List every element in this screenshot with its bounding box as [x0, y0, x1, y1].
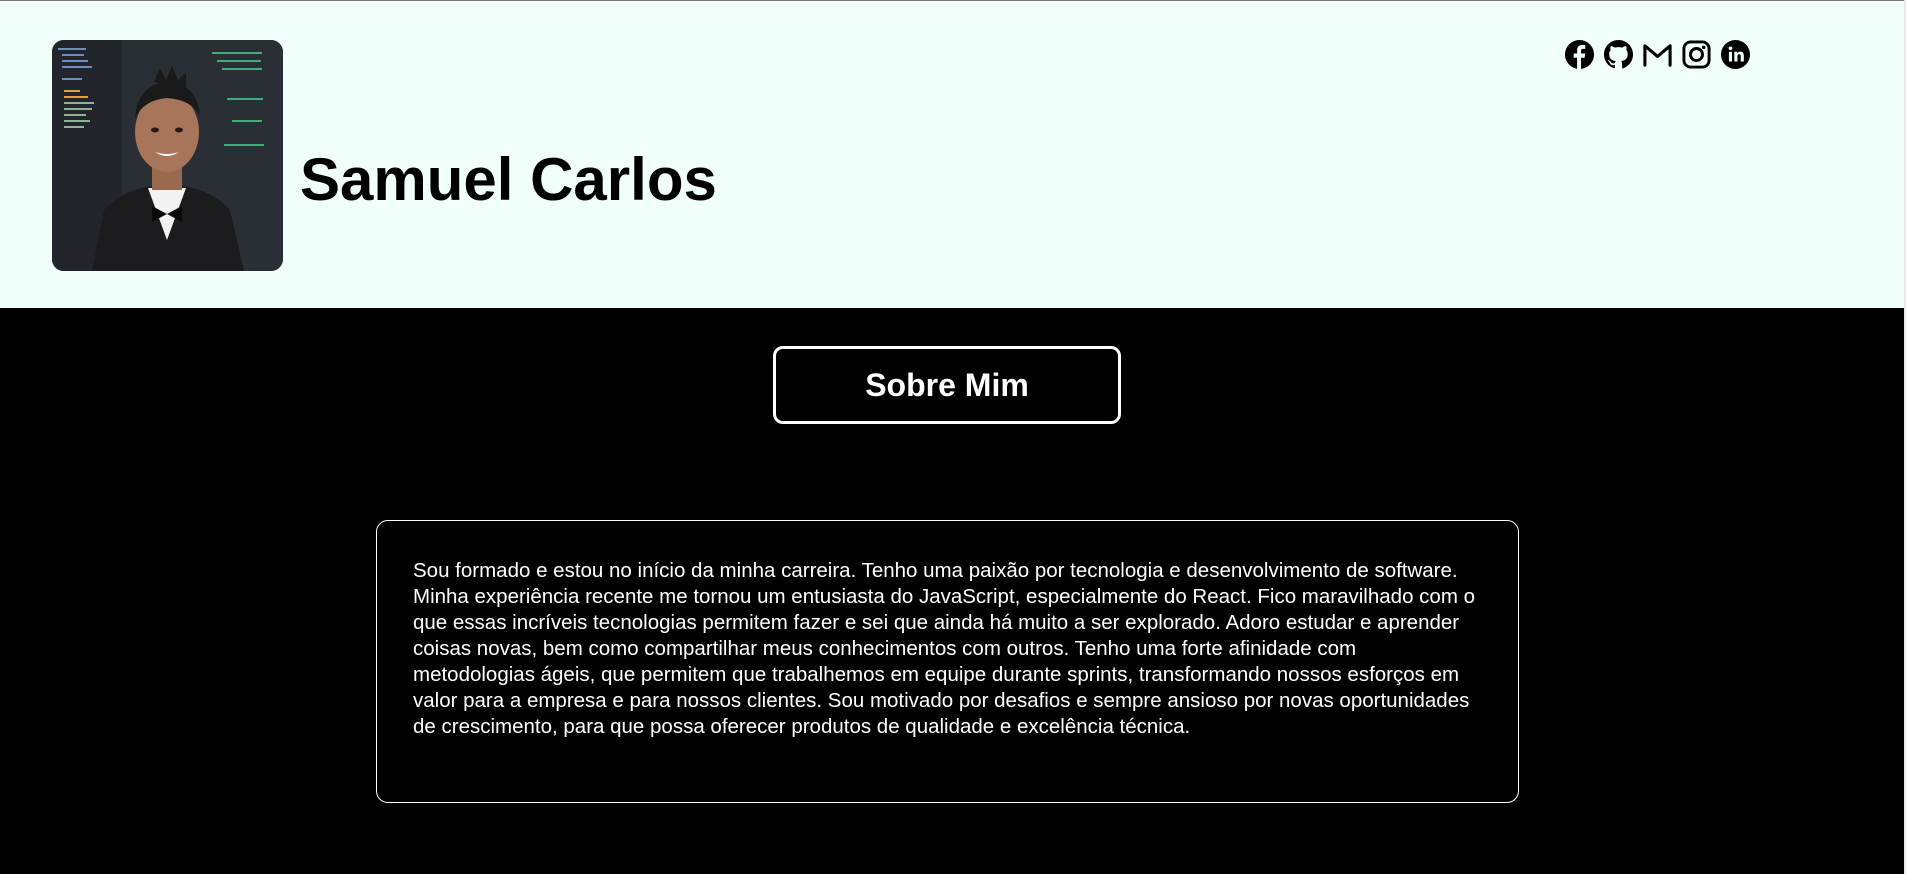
profile-header: Samuel Carlos [0, 0, 1906, 308]
github-icon[interactable] [1603, 39, 1634, 70]
about-me-button[interactable]: Sobre Mim [773, 346, 1121, 424]
avatar [52, 40, 283, 271]
linkedin-icon[interactable] [1720, 39, 1751, 70]
social-links [1564, 39, 1751, 70]
avatar-photo [52, 40, 283, 271]
page-title: Samuel Carlos [300, 146, 717, 213]
facebook-icon[interactable] [1564, 39, 1595, 70]
about-text: Sou formado e estou no início da minha c… [413, 559, 1475, 738]
gmail-icon[interactable] [1642, 39, 1673, 70]
about-card: Sou formado e estou no início da minha c… [376, 520, 1519, 803]
instagram-icon[interactable] [1681, 39, 1712, 70]
page: Samuel Carlos Sobre Mim Sou formado e es… [0, 0, 1906, 874]
